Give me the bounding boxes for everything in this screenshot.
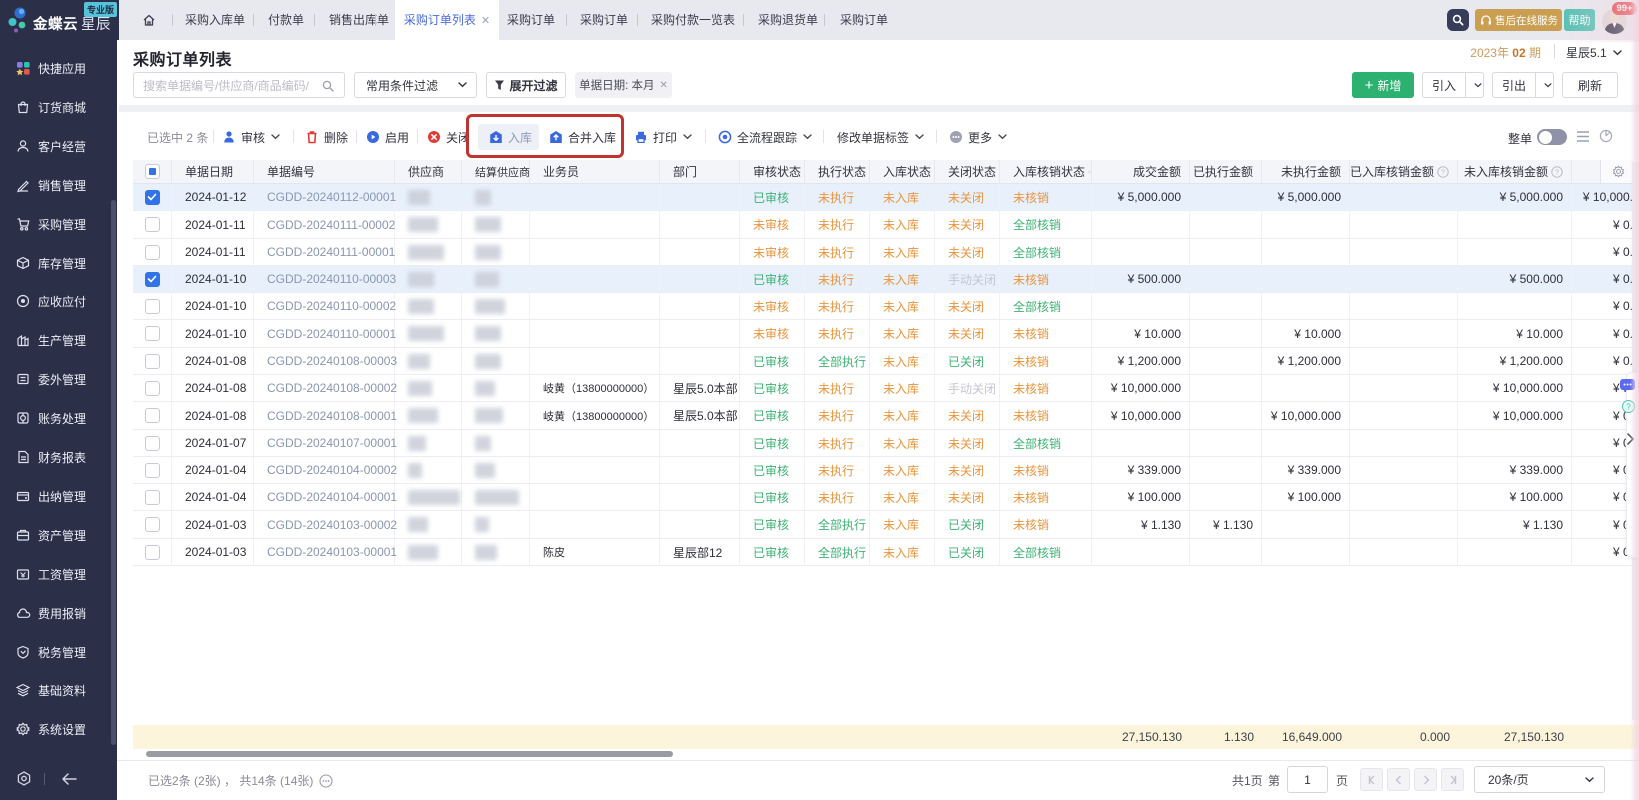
svg-text:?: ? — [1555, 167, 1559, 176]
svg-text:?: ? — [1626, 402, 1631, 411]
svg-text:?: ? — [1089, 171, 1090, 173]
svg-text:?: ? — [1441, 167, 1445, 176]
